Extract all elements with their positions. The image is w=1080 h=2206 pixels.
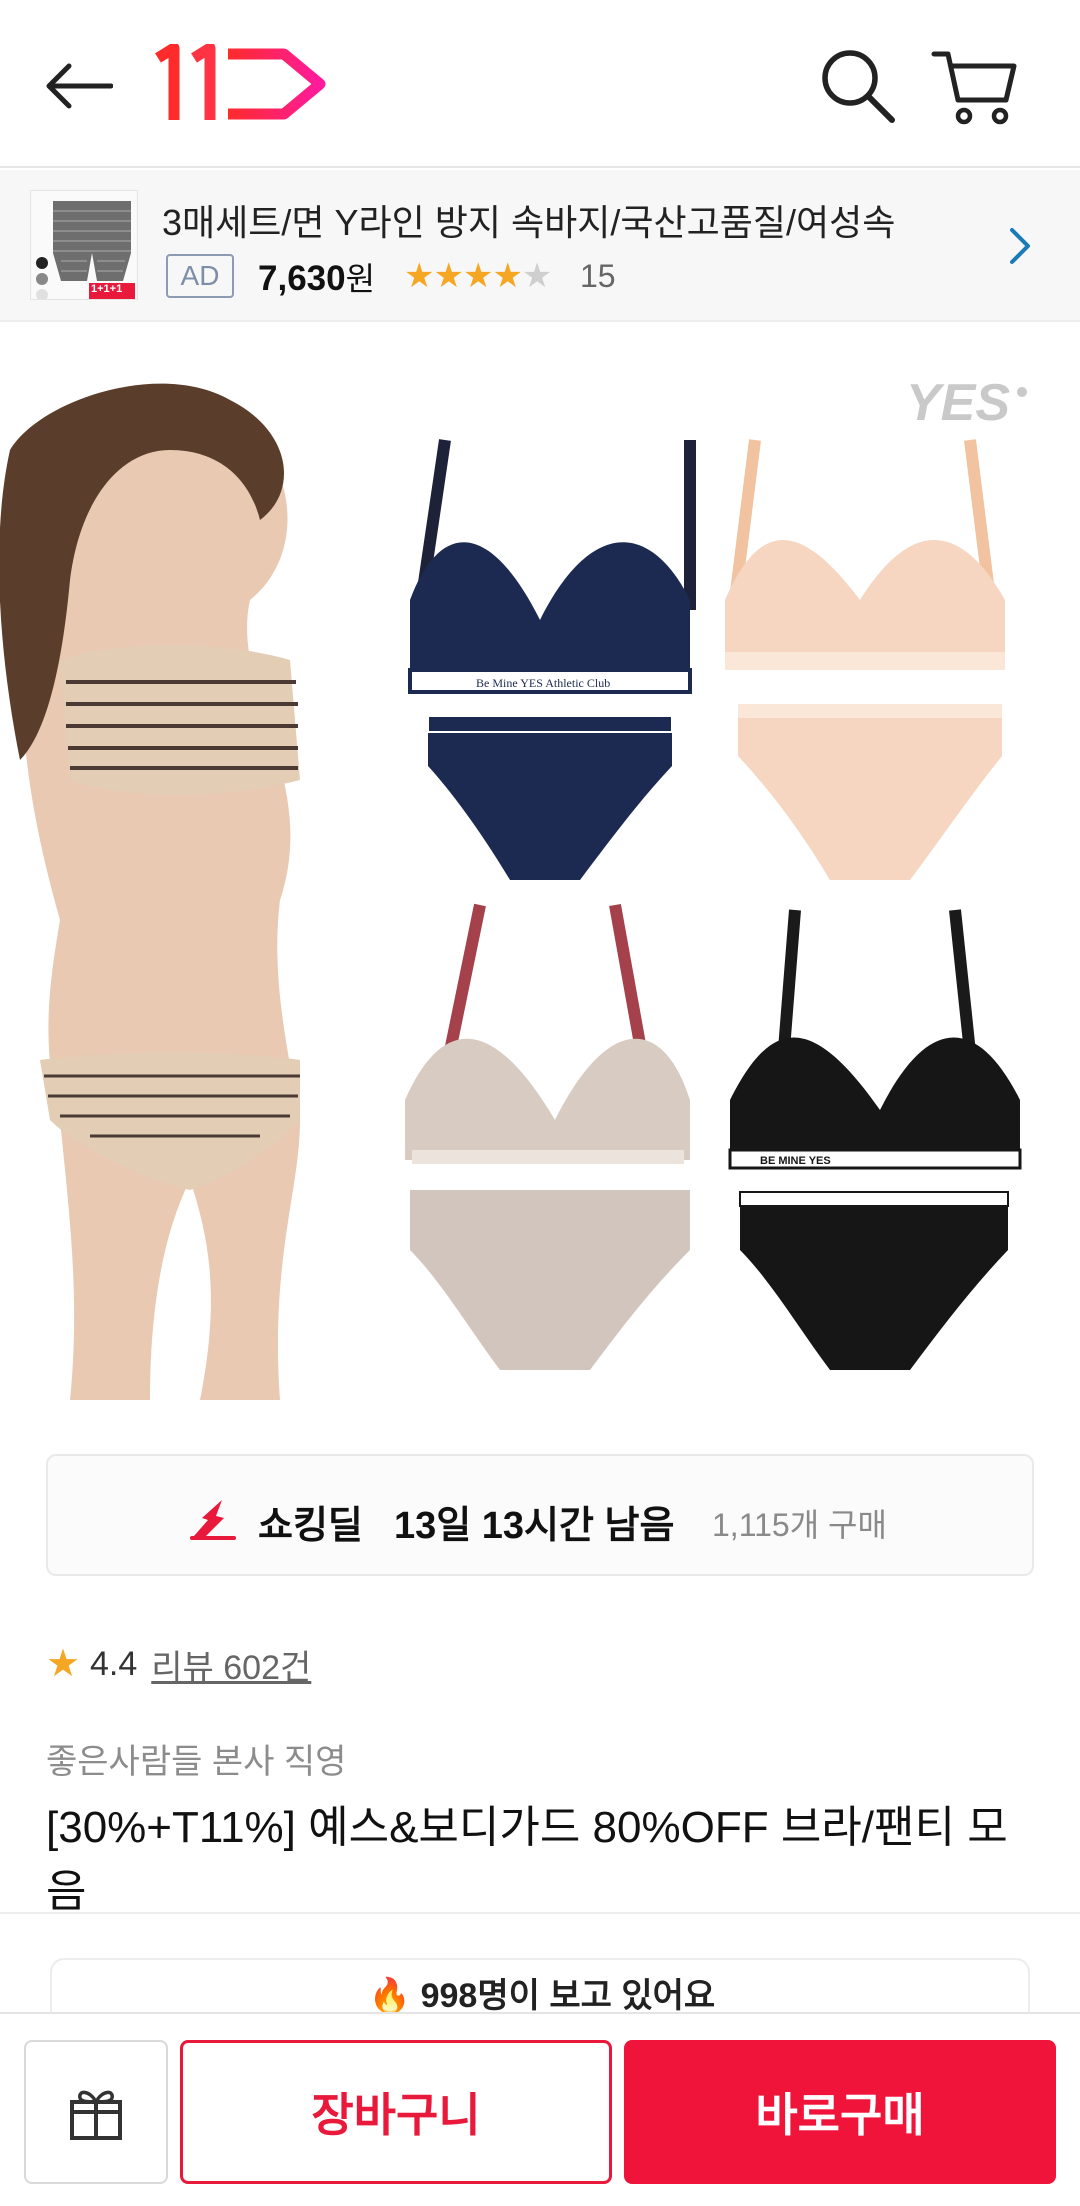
deal-purchase-count: 1,115개 구매 [712, 1507, 887, 1543]
review-count-link[interactable]: 리뷰 602건 [151, 1640, 311, 1689]
deal-name: 쇼킹딜 [258, 1505, 363, 1547]
svg-text:Be Mine YES Athletic Club: Be Mine YES Athletic Club [476, 676, 610, 690]
ad-review-count: 15 [580, 258, 616, 294]
arrow-left-icon [46, 63, 113, 109]
rating-value: 4.4 [90, 1644, 138, 1683]
top-app-bar [0, 0, 1080, 168]
buy-now-button[interactable]: 바로구매 [624, 2040, 1056, 2184]
back-button[interactable] [38, 50, 118, 122]
chevron-right-icon[interactable] [1000, 222, 1040, 270]
viewers-notice: 🔥 998명이 보고 있어요 [50, 1958, 1030, 2018]
deal-time-left: 13일 13시간 남음 [394, 1505, 675, 1547]
gift-icon [70, 2090, 122, 2140]
star-icon: ★ [46, 1643, 81, 1685]
site-logo[interactable] [152, 42, 332, 124]
product-main-image[interactable]: YES Be Mine YES Athletic Club BE MINE YE… [0, 360, 1080, 1400]
section-divider [0, 1912, 1080, 1914]
shocking-deal-icon [190, 1500, 236, 1540]
brand-watermark: YES [906, 374, 1010, 432]
purchase-action-bar: 장바구니 바로구매 [0, 2012, 1080, 2206]
search-icon [822, 50, 895, 123]
svg-text:BE MINE YES: BE MINE YES [760, 1155, 831, 1167]
add-to-cart-button[interactable]: 장바구니 [180, 2040, 612, 2184]
ad-badge: AD [166, 254, 234, 298]
search-button[interactable] [816, 44, 900, 128]
ad-price: 7,630원 [258, 259, 376, 298]
sponsored-product-banner[interactable]: 1+1+1 3매세트/면 Y라인 방지 속바지/국산고품질/여성속 AD 7,6… [0, 170, 1080, 322]
cart-icon [931, 51, 1017, 125]
ad-title: 3매세트/면 Y라인 방지 속바지/국산고품질/여성속 [162, 202, 896, 243]
product-rating: ★ 4.4 리뷰 602건 [46, 1640, 311, 1688]
ad-star-rating: ★★★★★ [404, 257, 552, 295]
shocking-deal-banner[interactable]: 쇼킹딜 13일 13시간 남음 1,115개 구매 [46, 1454, 1034, 1576]
seller-label[interactable]: 좋은사람들 본사 직영 [46, 1734, 346, 1783]
ad-thumb-label: 1+1+1 [91, 283, 123, 295]
ad-thumbnail: 1+1+1 [30, 190, 138, 300]
eleven-street-logo [155, 42, 326, 120]
cart-button[interactable] [930, 44, 1020, 128]
product-title: [30%+T11%] 예스&보디가드 80%OFF 브라/팬티 모음 [46, 1803, 1008, 1916]
gift-button[interactable] [24, 2040, 168, 2184]
viewers-text: 🔥 998명이 보고 있어요 [368, 1977, 716, 2015]
